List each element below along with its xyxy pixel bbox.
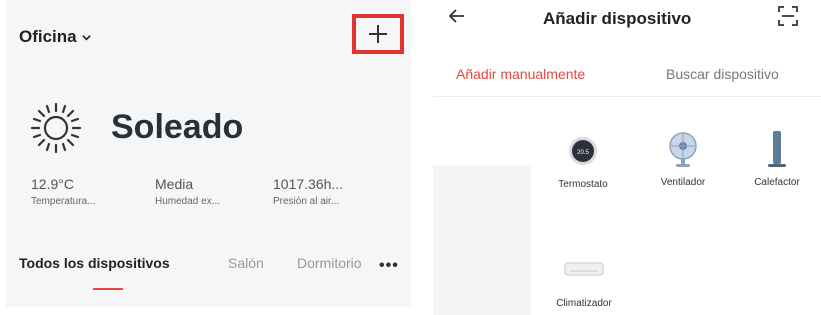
device-air-conditioner[interactable]: Climatizador: [544, 250, 624, 309]
stat-humidity: Media Humedad ex...: [155, 176, 220, 207]
tab-salon[interactable]: Salón: [228, 255, 264, 271]
device-label: Ventilador: [660, 177, 706, 188]
tab-all-devices[interactable]: Todos los dispositivos: [19, 255, 170, 271]
tab-add-manually[interactable]: Añadir manualmente: [456, 66, 585, 82]
stat-value: Media: [155, 176, 194, 192]
air-conditioner-icon: [564, 262, 604, 276]
stat-value: 12.9°C: [31, 176, 74, 192]
scan-icon[interactable]: [777, 5, 799, 27]
heater-icon: [768, 131, 786, 167]
fan-icon: [669, 132, 697, 167]
device-label: Calefactor: [754, 177, 800, 188]
more-icon[interactable]: •••: [379, 257, 399, 275]
room-tabs: Todos los dispositivos Salón Dormitorio …: [19, 255, 404, 295]
stat-pressure: 1017.36h... Presión al air...: [273, 176, 343, 207]
plus-icon: [369, 25, 387, 43]
device-thermostat[interactable]: 20.5 Termostato: [543, 131, 623, 190]
sun-icon: [30, 102, 82, 154]
stat-label: Humedad ex...: [155, 196, 221, 207]
chevron-down-icon: [81, 34, 91, 41]
add-device-button[interactable]: [352, 14, 404, 54]
thermostat-reading: 20.5: [577, 150, 589, 156]
device-label: Climatizador: [556, 298, 612, 309]
category-sidebar: [433, 165, 531, 315]
stat-label: Presión al air...: [273, 196, 340, 207]
back-arrow-icon[interactable]: [447, 6, 467, 26]
tab-search-device[interactable]: Buscar dispositivo: [666, 66, 779, 82]
device-label: Termostato: [558, 179, 608, 190]
page-title: Añadir dispositivo: [543, 9, 692, 28]
add-device-panel: Añadir dispositivo Añadir manualmente Bu…: [433, 0, 821, 315]
divider: [433, 96, 821, 97]
thermostat-icon: 20.5: [569, 137, 597, 165]
active-tab-indicator: [93, 288, 123, 290]
home-selector[interactable]: Oficina: [19, 27, 92, 47]
device-fan[interactable]: Ventilador: [643, 129, 723, 188]
home-title-label: Oficina: [19, 27, 77, 46]
stat-label: Temperatura...: [31, 196, 96, 207]
weather-condition: Soleado: [111, 108, 244, 146]
device-heater[interactable]: Calefactor: [737, 129, 817, 188]
home-panel: Oficina Soleado 12.9°C Temperatura... Me…: [6, 0, 411, 307]
stat-value: 1017.36h...: [273, 176, 344, 192]
stat-temperature: 12.9°C Temperatura...: [31, 176, 95, 207]
tab-dormitorio[interactable]: Dormitorio: [297, 255, 375, 271]
